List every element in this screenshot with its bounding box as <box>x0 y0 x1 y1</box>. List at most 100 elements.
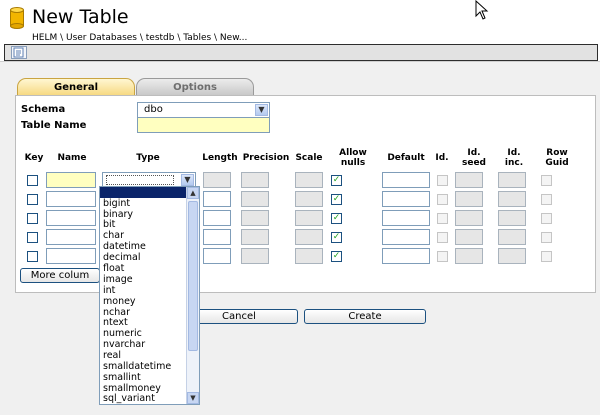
length-input[interactable] <box>203 229 231 245</box>
type-dropdown-list[interactable]: bigint binary bit char datetime decimal … <box>99 186 200 405</box>
database-icon <box>10 7 24 29</box>
id-inc-input[interactable] <box>498 248 526 264</box>
id-seed-input[interactable] <box>455 229 483 245</box>
header-id-seed-line2: seed <box>461 158 486 168</box>
id-seed-input[interactable] <box>455 172 483 188</box>
script-icon <box>13 47 24 58</box>
checkmark-icon: ✓ <box>332 232 341 242</box>
allow-nulls-checkbox[interactable]: ✓ <box>331 175 342 186</box>
column-name-input[interactable] <box>46 172 96 188</box>
dropdown-option[interactable]: char <box>103 231 124 241</box>
row-guid-checkbox[interactable] <box>541 213 552 224</box>
precision-input[interactable] <box>241 210 269 226</box>
identity-checkbox[interactable] <box>437 251 448 262</box>
key-checkbox[interactable] <box>27 213 38 224</box>
schema-value: dbo <box>144 104 163 115</box>
length-input[interactable] <box>203 210 231 226</box>
default-input[interactable] <box>382 229 430 245</box>
dropdown-option[interactable]: float <box>103 264 124 274</box>
default-input[interactable] <box>382 210 430 226</box>
dropdown-option[interactable]: int <box>103 286 115 296</box>
header-row-guid-line1: Row <box>546 148 568 158</box>
scale-input[interactable] <box>295 229 323 245</box>
id-inc-input[interactable] <box>498 191 526 207</box>
key-checkbox[interactable] <box>27 194 38 205</box>
default-input[interactable] <box>382 172 430 188</box>
tab-options[interactable]: Options <box>136 78 254 96</box>
table-name-input[interactable] <box>137 117 270 133</box>
row-guid-checkbox[interactable] <box>541 175 552 186</box>
create-button[interactable]: Create <box>304 309 426 324</box>
id-seed-input[interactable] <box>455 248 483 264</box>
allow-nulls-checkbox[interactable]: ✓ <box>331 251 342 262</box>
script-button[interactable] <box>11 46 27 59</box>
column-name-input[interactable] <box>46 191 96 207</box>
chevron-down-icon: ▼ <box>181 174 194 186</box>
dropdown-selected-item[interactable] <box>100 187 186 198</box>
column-name-input[interactable] <box>46 210 96 226</box>
scale-input[interactable] <box>295 248 323 264</box>
precision-input[interactable] <box>241 172 269 188</box>
identity-checkbox[interactable] <box>437 194 448 205</box>
identity-checkbox[interactable] <box>437 175 448 186</box>
row-guid-checkbox[interactable] <box>541 232 552 243</box>
dropdown-scrollbar[interactable]: ▲ ▼ <box>186 187 199 404</box>
dropdown-option[interactable]: decimal <box>103 253 140 263</box>
row-guid-checkbox[interactable] <box>541 194 552 205</box>
dropdown-option[interactable]: image <box>103 275 133 285</box>
dropdown-option[interactable]: real <box>103 351 121 361</box>
identity-checkbox[interactable] <box>437 232 448 243</box>
length-input[interactable] <box>203 191 231 207</box>
tab-general[interactable]: General <box>17 78 135 96</box>
row-guid-checkbox[interactable] <box>541 251 552 262</box>
dropdown-option[interactable]: nvarchar <box>103 340 145 350</box>
checkmark-icon: ✓ <box>332 194 341 204</box>
header-row-guid: Row Guid <box>540 148 574 168</box>
allow-nulls-checkbox[interactable]: ✓ <box>331 194 342 205</box>
dropdown-option[interactable]: sql_variant <box>103 394 155 404</box>
dropdown-option[interactable]: bit <box>103 220 115 230</box>
allow-nulls-checkbox[interactable]: ✓ <box>331 213 342 224</box>
column-name-input[interactable] <box>46 248 96 264</box>
checkmark-icon: ✓ <box>332 251 341 261</box>
key-checkbox[interactable] <box>27 251 38 262</box>
dropdown-option[interactable]: smalldatetime <box>103 362 171 372</box>
dropdown-option[interactable]: numeric <box>103 329 142 339</box>
dropdown-option[interactable]: smallint <box>103 373 141 383</box>
scale-input[interactable] <box>295 191 323 207</box>
scale-input[interactable] <box>295 172 323 188</box>
schema-select[interactable]: dbo ▼ <box>137 102 270 118</box>
default-input[interactable] <box>382 191 430 207</box>
dropdown-option[interactable]: money <box>103 297 136 307</box>
header-scale: Scale <box>295 153 323 163</box>
length-input[interactable] <box>203 172 231 188</box>
focus-rect <box>106 175 174 185</box>
identity-checkbox[interactable] <box>437 213 448 224</box>
header-type: Type <box>136 153 160 163</box>
key-checkbox[interactable] <box>27 232 38 243</box>
table-name-label: Table Name <box>21 120 87 131</box>
default-input[interactable] <box>382 248 430 264</box>
more-columns-button[interactable]: More colum <box>20 268 100 283</box>
dropdown-option[interactable]: datetime <box>103 242 146 252</box>
column-name-input[interactable] <box>46 229 96 245</box>
id-inc-input[interactable] <box>498 229 526 245</box>
title-bar: New Table HELM \ User Databases \ testdb… <box>0 0 600 44</box>
id-seed-input[interactable] <box>455 210 483 226</box>
allow-nulls-checkbox[interactable]: ✓ <box>331 232 342 243</box>
precision-input[interactable] <box>241 248 269 264</box>
id-inc-input[interactable] <box>498 210 526 226</box>
scale-input[interactable] <box>295 210 323 226</box>
header-key: Key <box>24 153 44 163</box>
id-seed-input[interactable] <box>455 191 483 207</box>
scroll-down-button[interactable]: ▼ <box>187 392 199 404</box>
length-input[interactable] <box>203 248 231 264</box>
dropdown-option[interactable]: ntext <box>103 318 128 328</box>
scroll-thumb[interactable] <box>188 201 198 351</box>
scroll-up-button[interactable]: ▲ <box>187 187 199 199</box>
precision-input[interactable] <box>241 229 269 245</box>
id-inc-input[interactable] <box>498 172 526 188</box>
dropdown-option[interactable]: bigint <box>103 199 130 209</box>
key-checkbox[interactable] <box>27 175 38 186</box>
precision-input[interactable] <box>241 191 269 207</box>
